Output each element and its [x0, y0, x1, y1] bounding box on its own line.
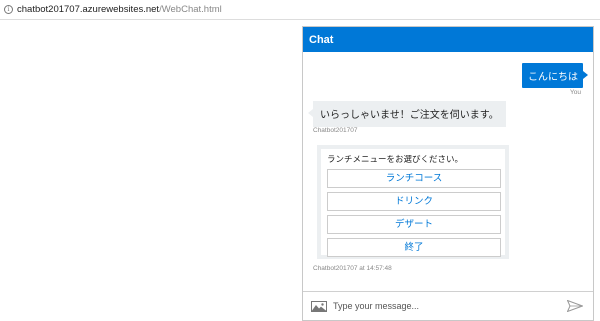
send-icon[interactable] — [567, 300, 583, 312]
image-upload-icon[interactable] — [311, 300, 327, 312]
chat-header-title: Chat — [309, 33, 334, 46]
user-message-bubble: こんにちは — [522, 63, 588, 88]
message-input-area: Type your message... — [303, 291, 593, 320]
card-title: ランチメニューをお選びください。 — [327, 154, 464, 164]
user-message-label: You — [570, 89, 581, 96]
info-icon[interactable]: i — [4, 5, 13, 14]
bot-message-label: Chatbot201707 — [313, 127, 358, 134]
lunch-course-button[interactable]: ランチコース — [327, 169, 501, 188]
browser-address-bar[interactable]: i chatbot201707.azurewebsites.net/WebCha… — [0, 0, 600, 20]
card-timestamp-label: Chatbot201707 at 14:57:48 — [313, 265, 392, 272]
message-input[interactable]: Type your message... — [333, 301, 567, 311]
lunch-menu-card: ランチメニューをお選びください。 ランチコース ドリンク デザート 終了 — [317, 145, 509, 259]
drink-button[interactable]: ドリンク — [327, 192, 501, 211]
chat-window: Chat こんにちは You いらっしゃいませ！ご注文を伺います。 Chatbo… — [302, 26, 594, 321]
end-button[interactable]: 終了 — [327, 238, 501, 257]
chat-header: Chat — [303, 27, 593, 52]
url-path: /WebChat.html — [159, 4, 222, 15]
url-domain: chatbot201707.azurewebsites.net — [17, 4, 160, 15]
bot-message-bubble: いらっしゃいませ！ご注文を伺います。 — [308, 101, 506, 127]
dessert-button[interactable]: デザート — [327, 215, 501, 234]
